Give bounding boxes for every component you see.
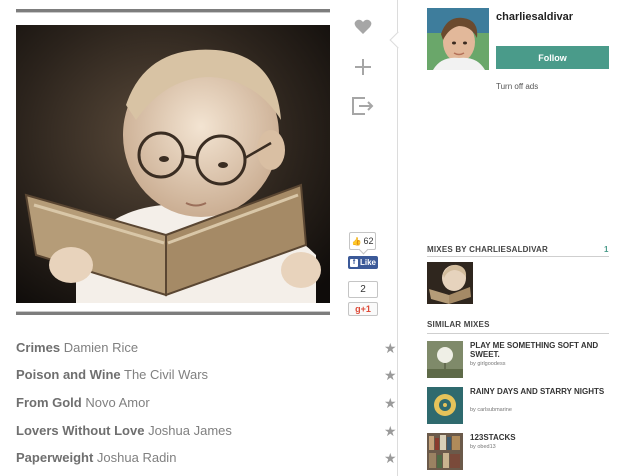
cover-top-rule (16, 9, 330, 13)
similar-mix-thumbnail (427, 433, 463, 470)
track-artist: Joshua James (148, 423, 232, 438)
track-row[interactable]: Crimes Damien Rice ★ (16, 340, 400, 358)
star-icon[interactable]: ★ (384, 367, 397, 384)
track-title: From Gold (16, 395, 82, 410)
facebook-like-button[interactable]: f Like (348, 256, 378, 269)
mixes-by-count: 1 (604, 245, 609, 254)
gplus-button[interactable]: g+1 (348, 302, 378, 316)
star-icon[interactable]: ★ (384, 395, 397, 412)
mixes-by-rule (427, 256, 609, 257)
similar-mix-author[interactable]: by girlgoodess (470, 361, 505, 367)
facebook-icon: f (349, 258, 358, 267)
sidebar-notch (389, 31, 407, 49)
own-mix-thumbnail[interactable] (427, 262, 473, 304)
track-artist: Damien Rice (63, 340, 139, 355)
mixes-by-heading: MIXES BY CHARLIESALDIVAR (427, 245, 548, 254)
follow-button[interactable]: Follow (496, 46, 609, 69)
star-icon[interactable]: ★ (384, 340, 397, 357)
track-title: Poison and Wine (16, 367, 121, 382)
heart-icon[interactable] (348, 14, 378, 40)
track-row[interactable]: Poison and Wine The Civil Wars ★ (16, 367, 400, 385)
similar-mix-title[interactable]: 123STACKS (470, 433, 610, 442)
plus-icon[interactable] (348, 54, 378, 80)
similar-mixes-heading: SIMILAR MIXES (427, 320, 490, 329)
similar-mix-title[interactable]: PLAY ME SOMETHING SOFT AND SWEET. (470, 341, 610, 359)
similar-mix-author[interactable]: by obed13 (470, 444, 496, 450)
gplus-count: 2 (348, 281, 378, 298)
turn-off-ads-link[interactable]: Turn off ads (496, 82, 538, 91)
username[interactable]: charliesaldivar (496, 11, 573, 23)
similar-mix-author[interactable]: by carlsubmarine (470, 407, 512, 413)
similar-mix-title[interactable]: RAINY DAYS AND STARRY NIGHTS (470, 387, 610, 396)
mix-cover-image[interactable] (16, 25, 330, 303)
star-icon[interactable]: ★ (384, 450, 397, 467)
similar-mix-thumbnail (427, 341, 463, 378)
avatar[interactable] (427, 8, 489, 70)
track-row[interactable]: From Gold Novo Amor ★ (16, 395, 400, 413)
similar-mix-item[interactable]: PLAY ME SOMETHING SOFT AND SWEET. by gir… (427, 341, 609, 381)
track-title: Paperweight (16, 450, 94, 465)
facebook-like-count: 👍 62 (349, 232, 376, 250)
track-title: Crimes (16, 340, 61, 355)
track-artist: Novo Amor (85, 395, 150, 410)
similar-mix-item[interactable]: RAINY DAYS AND STARRY NIGHTS by carlsubm… (427, 387, 609, 427)
track-row[interactable]: Lovers Without Love Joshua James ★ (16, 423, 400, 441)
track-title: Lovers Without Love (16, 423, 145, 438)
similar-mix-item[interactable]: 123STACKS by obed13 (427, 433, 609, 473)
similar-mixes-rule (427, 333, 609, 334)
share-exit-icon[interactable] (348, 93, 378, 119)
track-artist: The Civil Wars (124, 367, 209, 382)
track-row[interactable]: Paperweight Joshua Radin ★ (16, 450, 400, 468)
track-artist: Joshua Radin (96, 450, 177, 465)
cover-bottom-rule (16, 311, 330, 315)
star-icon[interactable]: ★ (384, 423, 397, 440)
similar-mix-thumbnail (427, 387, 463, 424)
thumbs-up-icon: 👍 (351, 236, 362, 246)
